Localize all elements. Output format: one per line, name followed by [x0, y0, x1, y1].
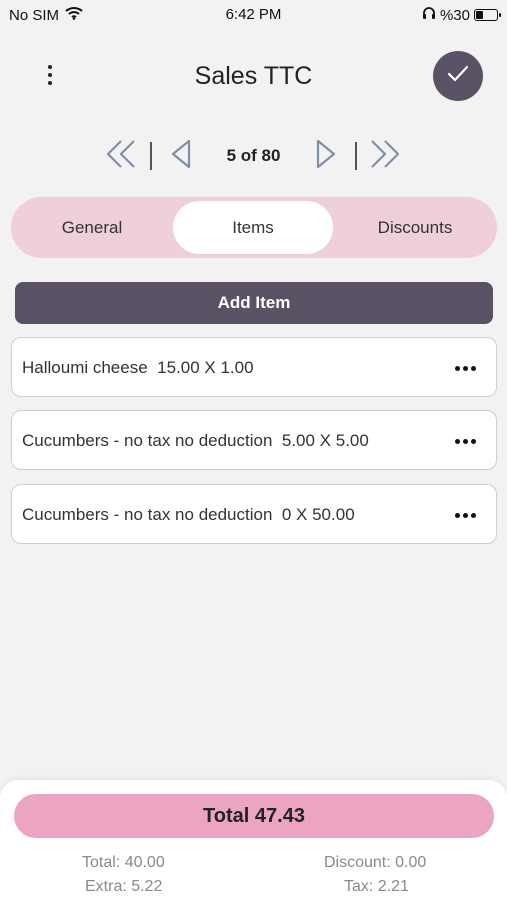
tab-discounts[interactable]: Discounts: [335, 201, 495, 254]
extra-label: Extra: 5.22: [85, 878, 163, 895]
item-description: Cucumbers - no tax no deduction 0 X 50.0…: [22, 505, 355, 524]
checkmark-icon: [446, 64, 470, 89]
more-dots-icon: [454, 512, 460, 518]
pager-divider: [355, 142, 357, 170]
item-options-button[interactable]: [452, 429, 478, 453]
battery-icon: [474, 9, 501, 21]
list-item[interactable]: Halloumi cheese 15.00 X 1.00: [11, 337, 497, 397]
item-description: Cucumbers - no tax no deduction 5.00 X 5…: [22, 431, 369, 450]
total-button[interactable]: Total 47.43: [14, 794, 494, 838]
triangle-right-icon: [314, 138, 338, 175]
subtotal-label: Total: 40.00: [82, 854, 165, 871]
page-title: Sales TTC: [194, 62, 313, 90]
pager-label: 5 of 80: [226, 146, 281, 165]
record-pager: 5 of 80: [0, 134, 507, 178]
add-item-button[interactable]: Add Item: [15, 282, 493, 324]
battery-percent: %30: [439, 6, 470, 24]
last-record-button[interactable]: [367, 138, 403, 174]
tab-general[interactable]: General: [12, 201, 172, 254]
tax-label: Tax: 2.21: [344, 878, 409, 895]
header: Sales TTC: [0, 50, 507, 102]
discount-label: Discount: 0.00: [324, 854, 427, 871]
item-options-button[interactable]: [452, 356, 478, 380]
confirm-button[interactable]: [433, 51, 483, 101]
status-bar: No SIM 6:42 PM %30: [0, 0, 507, 28]
headphones-icon: [422, 6, 436, 24]
next-record-button[interactable]: [308, 138, 344, 174]
status-right: %30: [422, 6, 501, 24]
item-options-button[interactable]: [452, 503, 478, 527]
list-item[interactable]: Cucumbers - no tax no deduction 5.00 X 5…: [11, 410, 497, 470]
totals-footer: Total 47.43 Total: 40.00 Discount: 0.00 …: [0, 780, 507, 900]
section-tabs: General Items Discounts: [11, 197, 497, 258]
tab-items[interactable]: Items: [173, 201, 333, 254]
item-description: Halloumi cheese 15.00 X 1.00: [22, 358, 254, 377]
double-chevron-right-icon: [368, 138, 402, 175]
more-dots-icon: [454, 438, 460, 444]
more-dots-icon: [454, 365, 460, 371]
list-item[interactable]: Cucumbers - no tax no deduction 0 X 50.0…: [11, 484, 497, 544]
